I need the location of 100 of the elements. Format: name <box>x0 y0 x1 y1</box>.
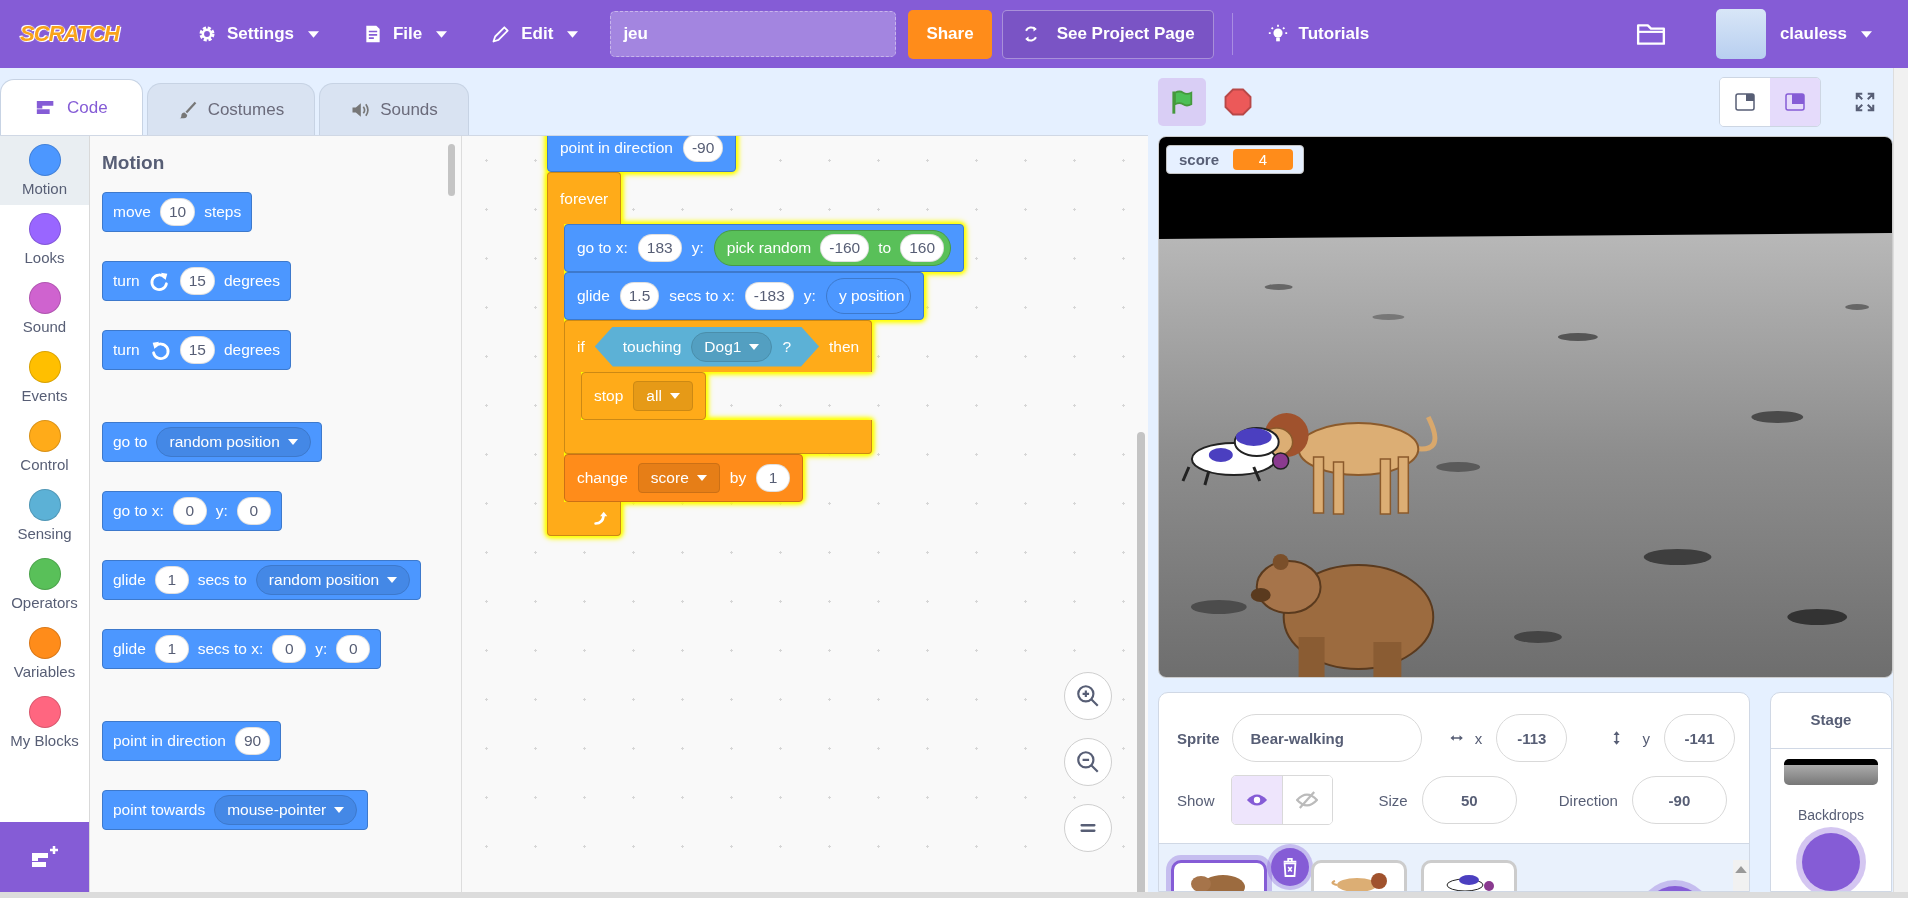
number-input[interactable]: 10 <box>159 198 196 226</box>
scrollbar[interactable] <box>1733 860 1749 891</box>
show-button[interactable] <box>1231 776 1282 824</box>
block-label: secs to x: <box>669 287 735 305</box>
folder-icon[interactable] <box>1635 21 1666 47</box>
add-backdrop-button[interactable] <box>1802 833 1860 891</box>
start-flag-button[interactable] <box>1158 78 1206 126</box>
small-stage-button[interactable] <box>1720 78 1770 126</box>
scrollbar[interactable] <box>1137 432 1145 892</box>
number-input[interactable]: 0 <box>172 497 207 525</box>
number-input[interactable]: 15 <box>179 267 215 295</box>
code-block[interactable]: move 10 steps <box>102 192 253 232</box>
category-button[interactable]: Variables <box>0 619 89 688</box>
stop-icon <box>1223 87 1253 117</box>
editor-tab[interactable]: Costumes <box>146 83 316 135</box>
number-input[interactable]: 0 <box>272 635 307 663</box>
dropdown-menu[interactable]: random position <box>255 565 411 595</box>
number-input[interactable]: 15 <box>179 336 215 364</box>
code-block[interactable]: point in direction -90 <box>547 136 737 172</box>
see-project-page-button[interactable]: See Project Page <box>1001 9 1214 59</box>
number-input[interactable]: -160 <box>820 234 870 262</box>
number-input[interactable]: 1.5 <box>619 282 660 310</box>
block-label: degrees <box>223 341 280 359</box>
x-field[interactable]: -113 <box>1496 714 1568 762</box>
number-input[interactable]: 183 <box>637 234 682 262</box>
caret-icon <box>567 30 579 38</box>
number-input[interactable]: 0 <box>236 497 271 525</box>
username[interactable]: clauless <box>1779 24 1847 44</box>
field-label: Size <box>1378 791 1408 809</box>
category-button[interactable]: Sensing <box>0 481 89 550</box>
direction-field[interactable]: -90 <box>1631 776 1727 824</box>
block-label: turn <box>113 341 140 359</box>
code-block[interactable]: go to random position <box>102 422 322 462</box>
category-button[interactable]: Control <box>0 412 89 481</box>
code-block[interactable]: go to x: 0 y: 0 <box>102 491 282 531</box>
scroll-up-icon <box>1735 866 1747 873</box>
number-input[interactable]: 0 <box>336 635 371 663</box>
code-block[interactable]: point towards mouse-pointer <box>102 790 369 830</box>
category-button[interactable]: Sound <box>0 274 89 343</box>
block-label: y position <box>838 287 905 305</box>
backdrop-thumbnail[interactable] <box>1784 759 1878 785</box>
category-button[interactable]: Operators <box>0 550 89 619</box>
block-label: turn <box>113 272 140 290</box>
block-label: point in direction <box>560 139 673 157</box>
category-button[interactable]: Motion <box>0 136 89 205</box>
add-extension-button[interactable] <box>0 822 89 892</box>
monitor-value: 4 <box>1233 149 1294 170</box>
field-label: y <box>1642 729 1650 747</box>
number-input[interactable]: 90 <box>234 727 271 755</box>
menu-button[interactable]: File <box>363 14 448 54</box>
number-input[interactable]: 160 <box>900 234 945 262</box>
scrollbar[interactable] <box>448 144 455 196</box>
category-button[interactable]: Looks <box>0 205 89 274</box>
loop-arrow-icon <box>592 509 610 528</box>
code-block[interactable]: change score by 1 <box>564 454 804 502</box>
number-input[interactable]: -90 <box>682 136 724 162</box>
size-field[interactable]: 50 <box>1421 776 1517 824</box>
zoom-out-button[interactable] <box>1064 738 1112 786</box>
code-block[interactable]: glide 1 secs to random position <box>102 560 422 600</box>
caret-icon[interactable] <box>1861 30 1872 38</box>
hidden-eye-icon <box>1296 791 1319 809</box>
menu-button[interactable]: Settings <box>196 14 319 54</box>
code-block[interactable]: turn 15 degrees <box>102 261 291 301</box>
editor-tab[interactable]: Code <box>0 79 143 135</box>
menu-button[interactable]: Edit <box>491 14 579 54</box>
number-input[interactable]: 1 <box>154 566 189 594</box>
code-block[interactable]: glide 1 secs to x: 0 y: 0 <box>102 629 382 669</box>
block-label: glide <box>113 640 146 658</box>
dropdown-menu[interactable]: random position <box>156 427 311 457</box>
code-block[interactable]: turn 15 degrees <box>102 330 291 370</box>
block-label: by <box>729 469 747 487</box>
tutorials-button[interactable]: Tutorials <box>1266 23 1370 45</box>
code-block[interactable]: glide 1.5 secs to x: -183 y: y position <box>564 272 925 320</box>
avatar[interactable] <box>1715 9 1766 59</box>
code-block[interactable]: go to x: 183 y: pick random -160 to 160 <box>564 224 965 272</box>
zoom-in-button[interactable] <box>1064 672 1112 720</box>
number-input[interactable]: -183 <box>744 282 794 310</box>
reporter-block[interactable]: pick random -160 to 160 <box>713 230 952 266</box>
sprite-name-field[interactable]: Bear-walking <box>1231 714 1422 762</box>
y-field[interactable]: -141 <box>1664 714 1735 762</box>
palette-heading: Motion <box>102 152 166 174</box>
delete-sprite-button[interactable] <box>1271 848 1309 886</box>
dropdown-menu[interactable]: mouse-pointer <box>214 795 358 825</box>
scrollbar[interactable] <box>1893 68 1908 892</box>
category-button[interactable]: Events <box>0 343 89 412</box>
lion-icon <box>1329 871 1389 891</box>
eye-icon <box>1245 792 1268 808</box>
code-block[interactable]: point in direction 90 <box>102 721 282 761</box>
number-input[interactable]: 1 <box>154 635 189 663</box>
block-label: y: <box>215 502 228 520</box>
reset-zoom-button[interactable] <box>1064 804 1112 852</box>
block-label: ? <box>782 337 792 356</box>
block-label: y: <box>691 239 704 257</box>
normal-stage-button[interactable] <box>1770 78 1820 126</box>
block-label: go to <box>113 433 148 451</box>
category-button[interactable]: My Blocks <box>0 688 89 757</box>
editor-tab[interactable]: Sounds <box>319 83 469 135</box>
caret-icon <box>696 475 707 481</box>
number-input[interactable]: 1 <box>756 464 791 492</box>
c-block[interactable]: forever go to x: 183 y: pick random -160 to 160 glide 1.5 secs to x: -183 y: y position if touching Dog1 ? then stop all change score by 1 <box>547 172 965 536</box>
